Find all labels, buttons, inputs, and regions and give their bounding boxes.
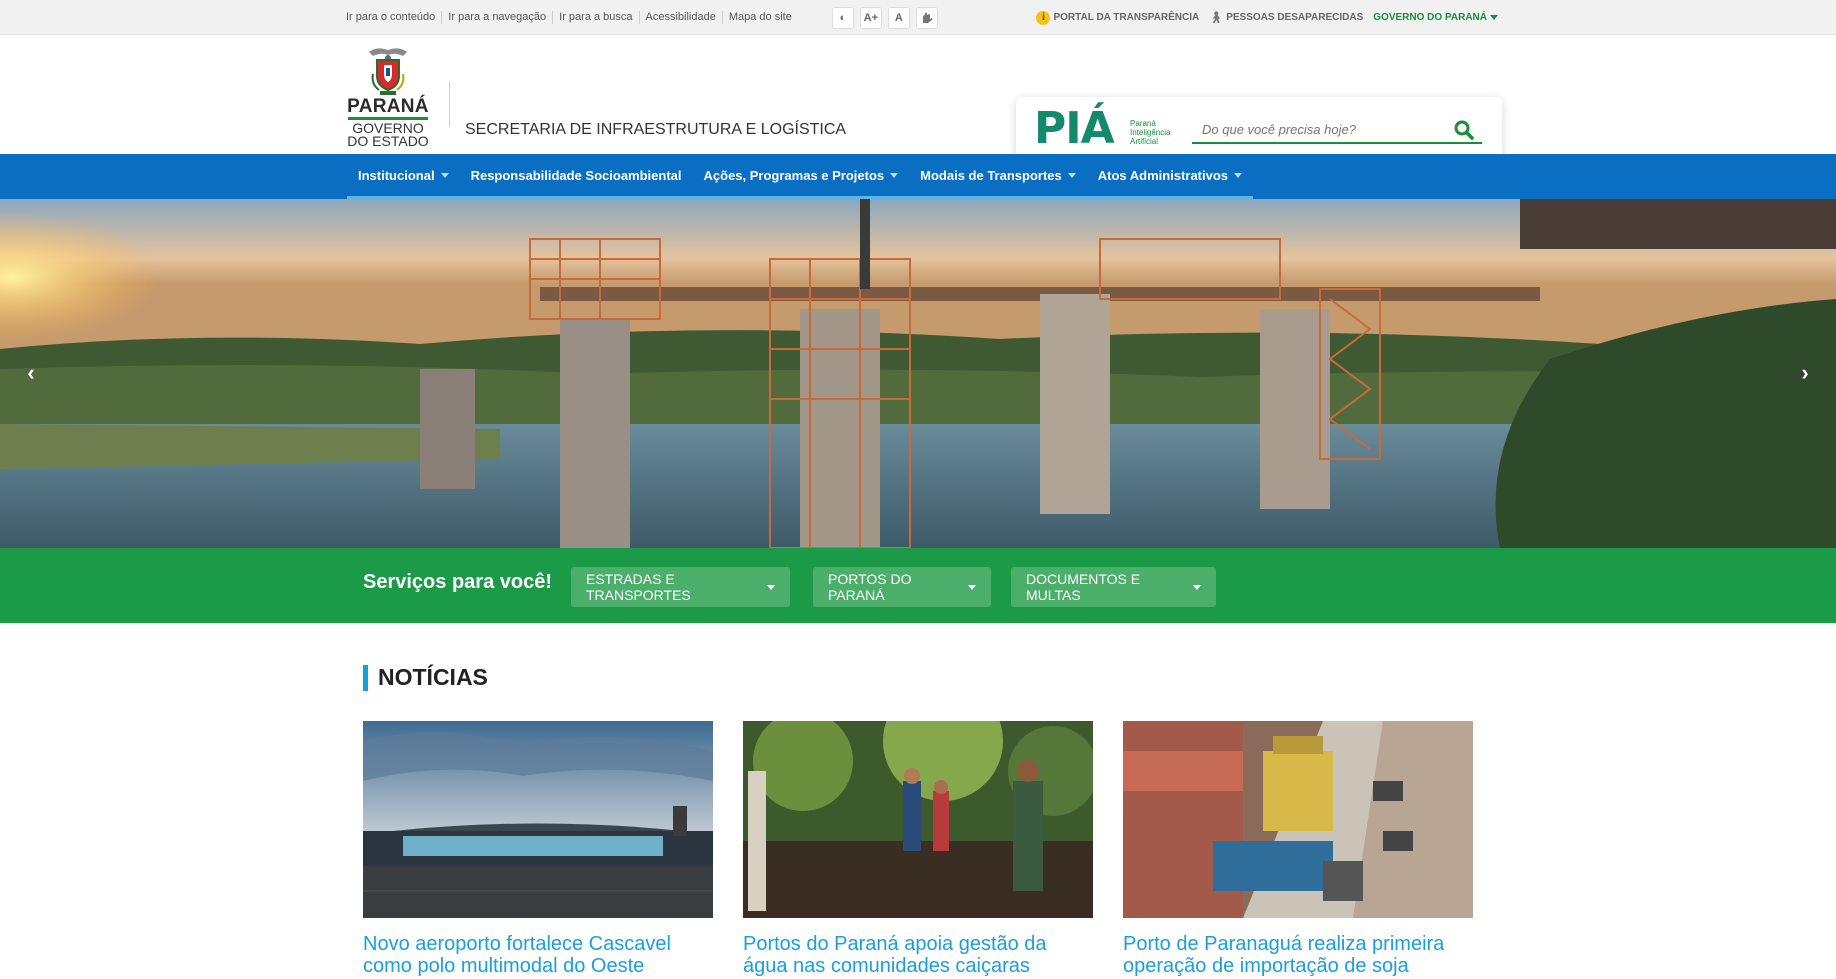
accessibility-link[interactable]: Acessibilidade [640,11,723,24]
missing-persons-link[interactable]: 🚶︎ PESSOAS DESAPARECIDAS [1209,11,1363,24]
service-portos-dropdown[interactable]: PORTOS DO PARANÁ [813,567,991,607]
service-documentos-dropdown[interactable]: DOCUMENTOS E MULTAS [1011,567,1216,607]
news-title-line: Porto de Paranaguá realiza primeira [1123,933,1445,955]
heading-accent-bar [363,664,368,691]
news-image-port[interactable] [1123,721,1473,918]
chevron-down-icon [1067,172,1076,178]
search-icon[interactable] [1454,120,1474,140]
sign-language-button[interactable] [915,6,938,29]
nav-item-modais[interactable]: Modais de Transportes [909,154,1087,196]
news-heading-text: NOTÍCIAS [378,664,488,690]
service-label: ESTRADAS E TRANSPORTES [586,571,691,603]
carousel-next-button[interactable]: › [1794,360,1816,385]
nav-label: Responsabilidade Socioambiental [470,167,682,183]
nav-label: Modais de Transportes [920,167,1062,183]
governo-label: GOVERNO DO PARANÁ [1373,12,1487,23]
hero-carousel[interactable]: ‹ › [0,199,1836,548]
chevron-down-icon [1490,15,1498,20]
chevron-down-icon [890,172,899,178]
chevron-down-icon [1193,584,1201,590]
news-title[interactable]: Porto de Paranaguá realiza primeira oper… [1123,933,1473,977]
normal-font-button[interactable]: A [887,6,910,29]
port-image [1123,721,1473,918]
airport-image [363,721,713,918]
service-label: PORTOS DO PARANÁ [828,571,912,603]
pia-sub-2: Inteligência [1130,128,1171,137]
news-title-line: Portos do Paraná apoia gestão da [743,933,1047,955]
governo-parana-dropdown[interactable]: GOVERNO DO PARANÁ [1373,12,1498,23]
pia-logo[interactable]: PIÁ [1034,107,1115,151]
news-card[interactable]: Novo aeroporto fortalece Cascavel como p… [363,721,713,977]
nav-item-responsabilidade[interactable]: Responsabilidade Socioambiental [460,154,693,196]
accessibility-bar: Ir para o conteúdo Ir para a navegação I… [0,0,1836,35]
skip-to-navigation-link[interactable]: Ir para a navegação [442,11,554,24]
pia-subtitle: Paraná Inteligência Artificial [1130,119,1170,146]
news-card[interactable]: Portos do Paraná apoia gestão da água na… [743,721,1093,977]
top-right-links: i PORTAL DA TRANSPARÊNCIA 🚶︎ PESSOAS DES… [1036,10,1498,25]
skip-to-content-link[interactable]: Ir para o conteúdo [346,11,443,24]
site-header: PARANÁ GOVERNO DO ESTADO SECRETARIA DE I… [0,35,1836,163]
hand-sign-icon [922,12,933,23]
nav-label: Institucional [358,167,435,183]
nav-item-acoes[interactable]: Ações, Programas e Projetos [693,154,910,196]
coin-icon: i [1036,10,1051,25]
pia-sub-1: Paraná [1130,119,1156,128]
chevron-down-icon [767,584,775,590]
secretaria-title[interactable]: SECRETARIA DE INFRAESTRUTURA E LOGÍSTICA [465,121,846,139]
nav-label: Atos Administrativos [1097,167,1229,183]
bridge-construction-image [0,199,1836,548]
sitemap-link[interactable]: Mapa do site [723,11,798,24]
accessibility-tools: ◐ A+ A [831,6,938,29]
governo-do-estado-text: GOVERNO DO ESTADO [346,121,430,149]
parana-wordmark: PARANÁ [347,96,429,117]
news-title-line: água nas comunidades caiçaras [743,955,1030,977]
search-field [1192,117,1482,144]
forest-image [743,721,1093,918]
services-bar: Serviços para você! ESTRADAS E TRANSPORT… [0,548,1836,623]
service-estradas-dropdown[interactable]: ESTRADAS E TRANSPORTES [571,567,790,607]
news-title[interactable]: Novo aeroporto fortalece Cascavel como p… [363,933,713,977]
main-navigation: Institucional Responsabilidade Socioambi… [0,154,1836,199]
news-title-line: como polo multimodal do Oeste [363,955,645,977]
news-title[interactable]: Portos do Paraná apoia gestão da água na… [743,933,1093,977]
coat-of-arms-icon [369,48,407,95]
search-input[interactable] [1192,117,1442,142]
news-image-forest[interactable] [743,721,1093,918]
transparency-label: PORTAL DA TRANSPARÊNCIA [1053,12,1200,23]
person-icon: 🚶︎ [1209,12,1224,24]
chevron-down-icon [1234,172,1243,178]
nav-label: Ações, Programas e Projetos [703,167,885,183]
skip-to-search-link[interactable]: Ir para a busca [553,11,640,24]
increase-font-button[interactable]: A+ [859,6,882,29]
transparency-portal-link[interactable]: i PORTAL DA TRANSPARÊNCIA [1036,10,1200,25]
carousel-prev-button[interactable]: ‹ [20,360,42,385]
gov-line-2: DO ESTADO [347,133,429,149]
services-title: Serviços para você! [363,571,552,593]
news-heading: NOTÍCIAS [363,664,488,691]
chevron-down-icon [968,584,976,590]
news-card[interactable]: Porto de Paranaguá realiza primeira oper… [1123,721,1473,977]
service-label: DOCUMENTOS E MULTAS [1026,571,1141,603]
news-title-line: Novo aeroporto fortalece Cascavel [363,933,671,955]
skip-links: Ir para o conteúdo Ir para a navegação I… [346,11,798,24]
pia-sub-3: Artificial [1130,137,1159,146]
header-divider [449,82,450,127]
nav-item-institucional[interactable]: Institucional [347,154,460,196]
parana-logo[interactable]: PARANÁ GOVERNO DO ESTADO [346,44,430,149]
news-image-airport[interactable] [363,721,713,918]
news-title-line: operação de importação de soja [1123,955,1409,977]
nav-item-atos[interactable]: Atos Administrativos [1087,154,1253,196]
missing-persons-label: PESSOAS DESAPARECIDAS [1226,12,1364,23]
chevron-down-icon [440,172,449,178]
contrast-button[interactable]: ◐ [831,6,854,29]
